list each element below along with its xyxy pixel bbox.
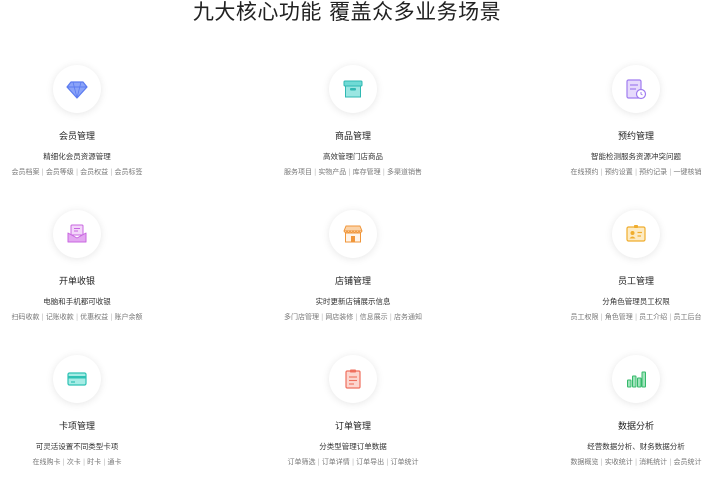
feature-tags: 在线购卡 | 次卡 | 时卡 | 通卡 <box>32 458 122 466</box>
store-icon <box>329 210 377 258</box>
feature-tag: 多渠道销售 <box>387 168 423 176</box>
feature-tag: 实收统计 <box>604 458 633 466</box>
feature-tag: 库存管理 <box>352 168 381 176</box>
feature-title: 数据分析 <box>617 422 654 432</box>
feature-tags: 员工权限 | 角色管理 | 员工介绍 | 员工后台 <box>570 313 702 321</box>
page-title: 九大核心功能 覆盖众多业务场景 <box>192 0 502 24</box>
feature-store-management[interactable]: 店铺管理 实时更新店铺展示信息 多门店管理 | 网店装修 | 信息展示 | 店务通知 <box>154 210 552 355</box>
feature-description: 可灵活设置不同类型卡项 <box>35 442 119 451</box>
feature-description: 高效管理门店商品 <box>323 152 383 161</box>
feature-tags: 订单筛选 | 订单详情 | 订单导出 | 订单统计 <box>287 458 419 466</box>
feature-tag: 预约设置 <box>604 168 633 176</box>
feature-grid: 会员管理 精细化会员资源管理 会员档案 | 会员等级 | 会员权益 | 会员标签 商品管理 … <box>0 65 720 500</box>
feature-tag: 员工权限 <box>570 313 599 321</box>
feature-tag: 记账收款 <box>45 313 74 321</box>
feature-tag: 服务项目 <box>283 168 312 176</box>
bar-chart-icon <box>612 355 660 403</box>
feature-tag: 时卡 <box>87 458 102 466</box>
feature-data-analysis[interactable]: 数据分析 经营数据分析、财务数据分析 数据概览 | 实收统计 | 消耗统计 | 会员统计 <box>552 355 720 500</box>
feature-tag: 优惠权益 <box>80 313 109 321</box>
feature-title: 开单收银 <box>58 277 95 287</box>
card-icon <box>53 355 101 403</box>
feature-tag: 角色管理 <box>604 313 633 321</box>
feature-tag: 扫码收款 <box>11 313 40 321</box>
feature-tag: 账户余额 <box>114 313 143 321</box>
feature-tags: 多门店管理 | 网店装修 | 信息展示 | 店务通知 <box>283 313 423 321</box>
feature-title: 预约管理 <box>617 132 654 142</box>
feature-tag: 会员标签 <box>114 168 143 176</box>
feature-tags: 数据概览 | 实收统计 | 消耗统计 | 会员统计 <box>570 458 702 466</box>
feature-tag: 会员权益 <box>80 168 109 176</box>
feature-tag: 信息展示 <box>359 313 388 321</box>
feature-staff-management[interactable]: 员工管理 分角色管理员工权限 员工权限 | 角色管理 | 员工介绍 | 员工后台 <box>552 210 720 355</box>
feature-tags: 扫码收款 | 记账收款 | 优惠权益 | 账户余额 <box>11 313 143 321</box>
feature-card-management[interactable]: 卡项管理 可灵活设置不同类型卡项 在线购卡 | 次卡 | 时卡 | 通卡 <box>0 355 154 500</box>
clipboard-icon <box>329 355 377 403</box>
feature-tag: 一键核销 <box>673 168 702 176</box>
feature-description: 实时更新店铺展示信息 <box>315 297 391 306</box>
feature-title: 卡项管理 <box>58 422 95 432</box>
feature-tag: 会员档案 <box>11 168 40 176</box>
envelope-icon <box>53 210 101 258</box>
feature-tag: 消耗统计 <box>639 458 668 466</box>
feature-description: 经营数据分析、财务数据分析 <box>587 442 685 451</box>
feature-tag: 在线预约 <box>570 168 599 176</box>
schedule-icon <box>612 65 660 113</box>
feature-cashier[interactable]: 开单收银 电脑和手机都可收银 扫码收款 | 记账收款 | 优惠权益 | 账户余额 <box>0 210 154 355</box>
feature-order-management[interactable]: 订单管理 分类型管理订单数据 订单筛选 | 订单详情 | 订单导出 | 订单统计 <box>154 355 552 500</box>
feature-tag: 会员等级 <box>45 168 74 176</box>
box-icon <box>329 65 377 113</box>
feature-title: 商品管理 <box>334 132 371 142</box>
feature-tag: 订单详情 <box>321 458 350 466</box>
feature-description: 分类型管理订单数据 <box>319 442 387 451</box>
feature-tag: 多门店管理 <box>283 313 319 321</box>
feature-tag: 店务通知 <box>394 313 423 321</box>
diamond-icon <box>53 65 101 113</box>
feature-title: 订单管理 <box>334 422 371 432</box>
feature-description: 精细化会员资源管理 <box>43 152 111 161</box>
feature-tag: 通卡 <box>107 458 122 466</box>
feature-tag: 员工后台 <box>673 313 702 321</box>
feature-tags: 服务项目 | 实物产品 | 库存管理 | 多渠道销售 <box>283 168 423 176</box>
feature-tag: 网店装修 <box>325 313 354 321</box>
feature-tag: 预约记录 <box>639 168 668 176</box>
feature-tag: 订单导出 <box>356 458 385 466</box>
feature-tag: 实物产品 <box>318 168 347 176</box>
feature-tags: 在线预约 | 预约设置 | 预约记录 | 一键核销 <box>570 168 702 176</box>
feature-product-management[interactable]: 商品管理 高效管理门店商品 服务项目 | 实物产品 | 库存管理 | 多渠道销售 <box>154 65 552 210</box>
feature-tag: 次卡 <box>66 458 81 466</box>
feature-appointment-management[interactable]: 预约管理 智能检测服务资源冲突问题 在线预约 | 预约设置 | 预约记录 | 一键核销 <box>552 65 720 210</box>
id-card-icon <box>612 210 660 258</box>
feature-tag: 员工介绍 <box>639 313 668 321</box>
feature-tag: 会员统计 <box>673 458 702 466</box>
feature-tags: 会员档案 | 会员等级 | 会员权益 | 会员标签 <box>11 168 143 176</box>
feature-title: 店铺管理 <box>334 277 371 287</box>
feature-member-management[interactable]: 会员管理 精细化会员资源管理 会员档案 | 会员等级 | 会员权益 | 会员标签 <box>0 65 154 210</box>
feature-description: 分角色管理员工权限 <box>602 297 670 306</box>
feature-tag: 订单统计 <box>390 458 419 466</box>
feature-tag: 在线购卡 <box>32 458 61 466</box>
feature-description: 智能检测服务资源冲突问题 <box>591 152 681 161</box>
feature-title: 会员管理 <box>58 132 95 142</box>
feature-description: 电脑和手机都可收银 <box>43 297 111 306</box>
feature-tag: 数据概览 <box>570 458 599 466</box>
feature-tag: 订单筛选 <box>287 458 316 466</box>
feature-title: 员工管理 <box>617 277 654 287</box>
